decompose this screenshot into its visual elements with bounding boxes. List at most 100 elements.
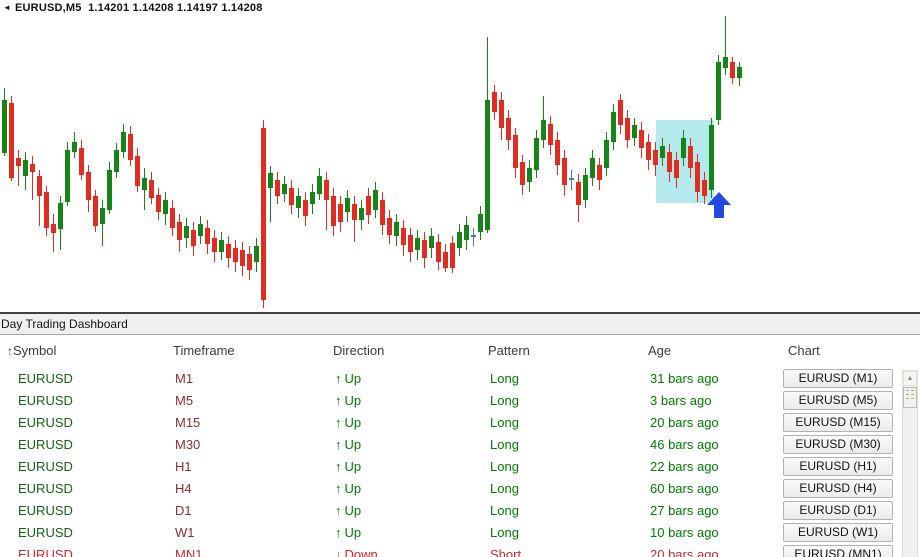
cell-timeframe: M5 — [175, 393, 193, 408]
candle-body — [359, 208, 364, 220]
cell-symbol: EURUSD — [18, 415, 73, 430]
candle-body — [37, 176, 42, 196]
candle-body — [16, 158, 21, 166]
trading-terminal-window: ◄ EURUSD,M5 1.14201 1.14208 1.14197 1.14… — [0, 0, 920, 557]
candle-body — [464, 225, 469, 240]
candle-body — [674, 160, 679, 178]
cell-chart-button: EURUSD (M1) — [783, 369, 893, 388]
column-header-chart[interactable]: Chart — [788, 343, 820, 358]
candle-body — [429, 236, 434, 248]
candle-body — [296, 196, 301, 208]
column-header-age[interactable]: Age — [648, 343, 671, 358]
table-row: EURUSDMN1↓DownShort20 bars agoEURUSD (MN… — [0, 544, 920, 557]
column-header-timeframe[interactable]: Timeframe — [173, 343, 235, 358]
candle-body — [44, 192, 49, 228]
candle-body — [58, 203, 63, 229]
candle-body — [184, 226, 189, 238]
table-row: EURUSDD1↑UpLong27 bars agoEURUSD (D1) — [0, 500, 920, 522]
candle-body — [471, 235, 476, 237]
candle-body — [604, 140, 609, 168]
cell-timeframe: MN1 — [175, 547, 202, 557]
candle-body — [254, 246, 259, 262]
cell-pattern: Long — [490, 481, 519, 496]
table-row: EURUSDW1↑UpLong10 bars agoEURUSD (W1) — [0, 522, 920, 544]
cell-age: 27 bars ago — [650, 503, 719, 518]
up-arrow-icon: ↑ — [335, 459, 342, 474]
candle-body — [198, 224, 203, 236]
candle-body — [65, 150, 70, 202]
candle-body — [142, 178, 147, 190]
table-row: EURUSDH1↑UpLong22 bars agoEURUSD (H1) — [0, 456, 920, 478]
cell-age: 20 bars ago — [650, 415, 719, 430]
candle-body — [324, 180, 329, 200]
open-chart-button[interactable]: EURUSD (H1) — [783, 457, 893, 476]
cell-chart-button: EURUSD (M5) — [783, 391, 893, 410]
vertical-scrollbar[interactable]: ▲ — [902, 370, 918, 557]
candle-body — [485, 100, 490, 230]
candle-body — [443, 252, 448, 268]
candle-body — [282, 184, 287, 194]
candlestick-chart[interactable]: ◄ EURUSD,M5 1.14201 1.14208 1.14197 1.14… — [0, 0, 920, 312]
candle-body — [408, 235, 413, 252]
candle-body — [646, 142, 651, 160]
candle-body — [436, 242, 441, 262]
candle-body — [191, 230, 196, 246]
cell-direction: ↑Up — [335, 459, 361, 474]
candle-body — [100, 208, 105, 224]
candle-body — [492, 92, 497, 112]
scrollbar-grip — [906, 398, 914, 400]
dashboard-rows: EURUSDM1↑UpLong31 bars agoEURUSD (M1)EUR… — [0, 368, 920, 557]
table-row: EURUSDM1↑UpLong31 bars agoEURUSD (M1) — [0, 368, 920, 390]
open-chart-button[interactable]: EURUSD (D1) — [783, 501, 893, 520]
candle-body — [121, 132, 126, 152]
cell-age: 22 bars ago — [650, 459, 719, 474]
candle-body — [23, 160, 28, 176]
candle-body — [86, 172, 91, 200]
open-chart-button[interactable]: EURUSD (M30) — [783, 435, 893, 454]
column-header-direction[interactable]: Direction — [333, 343, 384, 358]
up-arrow-icon: ↑ — [335, 415, 342, 430]
candle-body — [681, 138, 686, 158]
candle-body — [345, 198, 350, 212]
candle-body — [114, 150, 119, 172]
day-trading-dashboard-panel: Day Trading Dashboard ↑Symbol Timeframe … — [0, 312, 920, 557]
cell-pattern: Long — [490, 371, 519, 386]
open-chart-button[interactable]: EURUSD (H4) — [783, 479, 893, 498]
candle-body — [9, 103, 14, 178]
candle-body — [233, 248, 238, 262]
up-arrow-icon: ↑ — [335, 503, 342, 518]
column-header-symbol[interactable]: ↑Symbol — [7, 343, 56, 358]
open-chart-button[interactable]: EURUSD (M1) — [783, 369, 893, 388]
down-arrow-icon: ↓ — [335, 547, 342, 557]
open-chart-button[interactable]: EURUSD (W1) — [783, 523, 893, 542]
scrollbar-thumb[interactable] — [903, 387, 917, 408]
candle-body — [534, 138, 539, 170]
table-row: EURUSDM5↑UpLong3 bars agoEURUSD (M5) — [0, 390, 920, 412]
candle-body — [338, 204, 343, 222]
column-header-symbol-label: Symbol — [13, 343, 56, 358]
cell-age: 60 bars ago — [650, 481, 719, 496]
open-chart-button[interactable]: EURUSD (M5) — [783, 391, 893, 410]
candle-body — [541, 120, 546, 140]
cell-direction: ↑Up — [335, 525, 361, 540]
open-chart-button[interactable]: EURUSD (M15) — [783, 413, 893, 432]
candle-body — [79, 148, 84, 175]
cell-timeframe: W1 — [175, 525, 195, 540]
candle-body — [457, 232, 462, 248]
cell-direction: ↓Down — [335, 547, 378, 557]
candle-body — [72, 142, 77, 152]
cell-pattern: Long — [490, 393, 519, 408]
column-header-pattern[interactable]: Pattern — [488, 343, 530, 358]
candle-body — [709, 125, 714, 190]
candle-body — [170, 208, 175, 228]
dashboard-title: Day Trading Dashboard — [0, 314, 920, 335]
candle-body — [611, 112, 616, 142]
cell-chart-button: EURUSD (M30) — [783, 435, 893, 454]
chart-ohlc-title: EURUSD,M5 1.14201 1.14208 1.14197 1.1420… — [15, 2, 263, 14]
scrollbar-up-arrow-icon[interactable]: ▲ — [903, 371, 917, 386]
scrollbar-grip — [906, 394, 914, 396]
cell-timeframe: D1 — [175, 503, 192, 518]
candle-body — [331, 196, 336, 226]
open-chart-button[interactable]: EURUSD (MN1) — [783, 545, 893, 557]
cell-symbol: EURUSD — [18, 437, 73, 452]
